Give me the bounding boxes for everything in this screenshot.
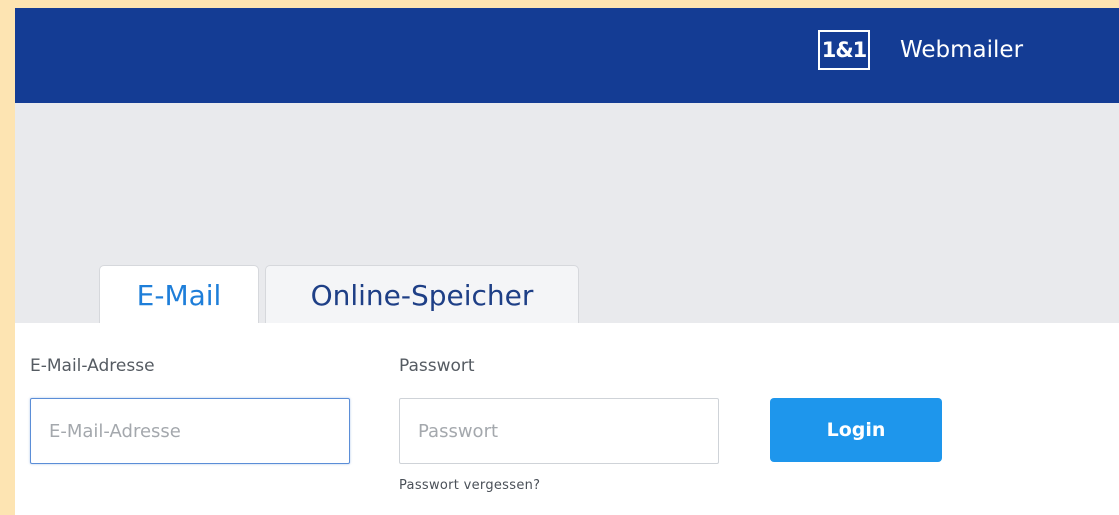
password-label: Passwort: [399, 356, 475, 376]
login-button[interactable]: Login: [770, 398, 942, 462]
login-form: E-Mail-Adresse Passwort Login Passwort v…: [15, 323, 1119, 515]
login-tabs: E-Mail Online-Speicher: [99, 263, 579, 325]
tab-online-storage[interactable]: Online-Speicher: [265, 265, 579, 325]
email-field[interactable]: [30, 398, 350, 464]
password-field[interactable]: [399, 398, 719, 464]
app-name: Webmailer: [900, 37, 1024, 63]
logo: 1&1: [818, 30, 870, 70]
webmailer-login-page: 1&1 Webmailer E-Mail Online-Speicher E-M…: [15, 8, 1119, 515]
forgot-password-link[interactable]: Passwort vergessen?: [399, 478, 540, 493]
email-label: E-Mail-Adresse: [30, 356, 155, 376]
header-bar: 1&1 Webmailer: [15, 8, 1119, 103]
brand: 1&1 Webmailer: [818, 30, 1023, 70]
tab-email[interactable]: E-Mail: [99, 265, 259, 325]
